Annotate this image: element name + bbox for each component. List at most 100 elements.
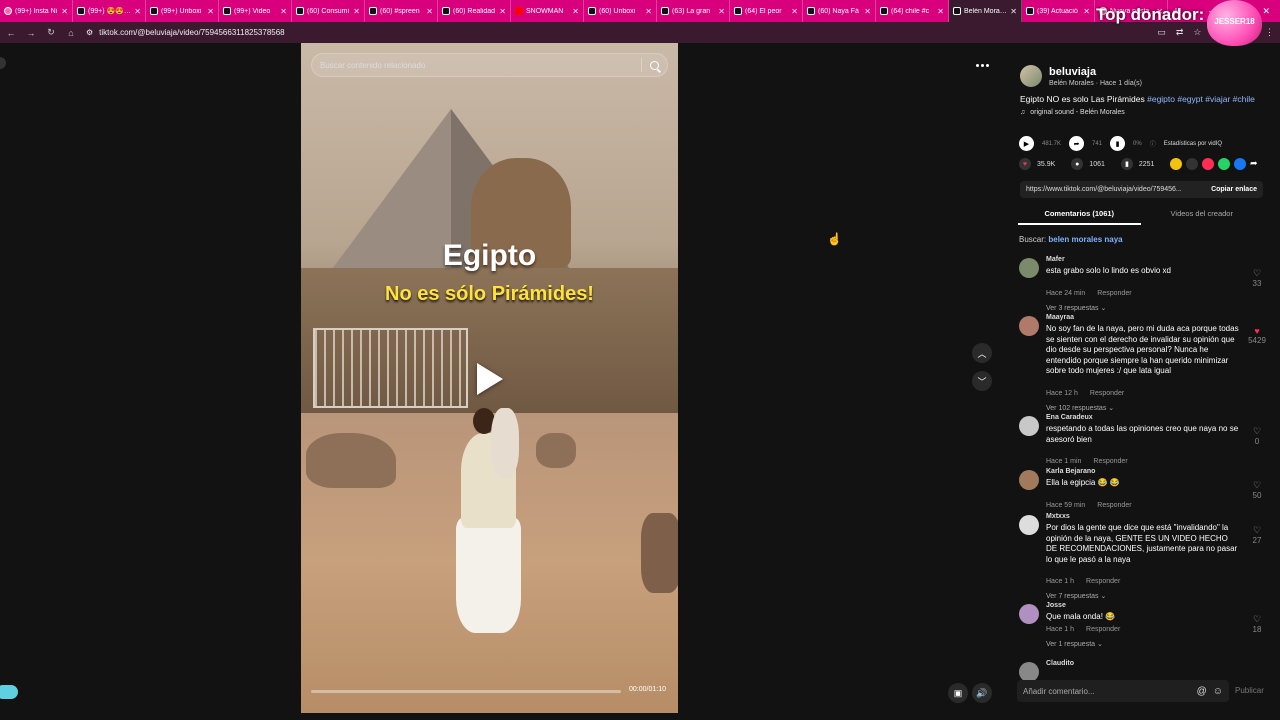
whatsapp-icon[interactable]: [1218, 158, 1230, 170]
commenter-name[interactable]: Mafer: [1046, 256, 1065, 263]
sound-name[interactable]: original sound - Belén Morales: [1030, 109, 1125, 116]
commenter-avatar[interactable]: [1019, 604, 1039, 624]
close-tab-icon[interactable]: ✕: [1010, 7, 1017, 16]
volume-button[interactable]: 🔊: [972, 683, 992, 703]
browser-tab[interactable]: (60) Realidad ✕: [438, 0, 511, 22]
floating-player-button[interactable]: ▣: [948, 683, 968, 703]
progress-bar[interactable]: [311, 690, 621, 693]
reply-button[interactable]: Responder: [1086, 626, 1120, 633]
forward-icon[interactable]: →: [26, 28, 36, 38]
embed-icon[interactable]: [1186, 158, 1198, 170]
view-replies-button[interactable]: Ver 7 respuestas ⌄: [1046, 592, 1106, 600]
more-options-button[interactable]: [970, 56, 994, 74]
toggle-pill[interactable]: [0, 685, 18, 699]
browser-tab[interactable]: (39) Actuació ✕: [1022, 0, 1095, 22]
url-field[interactable]: ⚙ tiktok.com/@beluviaja/video/7594566311…: [86, 28, 285, 37]
author-avatar[interactable]: [1020, 65, 1042, 87]
publish-button[interactable]: Publicar: [1235, 686, 1264, 695]
heart-icon[interactable]: ♡: [1242, 525, 1272, 536]
search-suggestion[interactable]: Buscar: belen morales naya: [1019, 235, 1123, 244]
close-tab-icon[interactable]: ✕: [791, 7, 798, 16]
close-tab-icon[interactable]: ✕: [718, 7, 725, 16]
close-tab-icon[interactable]: ✕: [1083, 7, 1090, 16]
author-row[interactable]: beluviaja Belén Morales · Hace 1 día(s): [1020, 65, 1142, 87]
close-tab-icon[interactable]: ✕: [207, 7, 214, 16]
commenter-avatar[interactable]: [1019, 515, 1039, 535]
comment-like[interactable]: ♡ 27: [1242, 525, 1272, 545]
reply-button[interactable]: Responder: [1090, 390, 1124, 397]
video-link[interactable]: https://www.tiktok.com/@beluviaja/video/…: [1026, 186, 1182, 193]
facebook-icon[interactable]: [1234, 158, 1246, 170]
browser-tab[interactable]: (63) La gran ✕: [657, 0, 730, 22]
close-dot[interactable]: [0, 57, 6, 69]
back-icon[interactable]: ←: [6, 28, 16, 38]
comment-icon[interactable]: ●: [1071, 158, 1084, 170]
emoji-icon[interactable]: ☺: [1213, 686, 1223, 697]
search-suggestion-query[interactable]: belen morales naya: [1048, 235, 1122, 244]
menu-kebab-icon[interactable]: ⋮: [1265, 27, 1274, 38]
commenter-name[interactable]: Claudito: [1046, 660, 1074, 667]
close-tab-icon[interactable]: ✕: [499, 7, 506, 16]
bookmark-star-icon[interactable]: ☆: [1193, 27, 1201, 38]
browser-tab[interactable]: (99+) Unboxi ✕: [146, 0, 219, 22]
close-window-icon[interactable]: ✕: [1262, 6, 1270, 17]
share-arrow-icon[interactable]: ➦: [1250, 158, 1262, 170]
like-icon[interactable]: ♥: [1019, 158, 1031, 170]
tab-comments[interactable]: Comentarios (1061): [1018, 207, 1141, 225]
close-tab-icon[interactable]: ✕: [280, 7, 287, 16]
reply-button[interactable]: Responder: [1086, 578, 1120, 585]
vidiq-label[interactable]: Estadísticas por vidIQ: [1164, 141, 1222, 147]
commenter-name[interactable]: Mxtxxs: [1046, 513, 1070, 520]
browser-tab[interactable]: (99+) Video ✕: [219, 0, 292, 22]
search-icon[interactable]: [650, 60, 659, 70]
related-search-input[interactable]: Buscar contenido relacionado: [311, 53, 668, 77]
previous-video-button[interactable]: ︿: [972, 343, 992, 363]
browser-tab[interactable]: Belén Morales ✕: [949, 0, 1022, 22]
close-tab-icon[interactable]: ✕: [353, 7, 360, 16]
commenter-avatar[interactable]: [1019, 416, 1039, 436]
next-video-button[interactable]: ﹀: [972, 371, 992, 391]
close-tab-icon[interactable]: ✕: [572, 7, 579, 16]
tab-creator-videos[interactable]: Videos del creador: [1141, 207, 1264, 225]
play-icon[interactable]: [477, 363, 503, 395]
browser-tab[interactable]: (64) chile #c ✕: [876, 0, 949, 22]
site-info-icon[interactable]: ⚙: [86, 28, 93, 37]
close-tab-icon[interactable]: ✕: [61, 7, 68, 16]
copy-link-button[interactable]: Copiar enlace: [1211, 186, 1263, 193]
heart-icon[interactable]: ♡: [1242, 480, 1272, 491]
reload-icon[interactable]: ↻: [46, 27, 56, 38]
view-replies-button[interactable]: Ver 1 respuesta ⌄: [1046, 640, 1103, 648]
heart-icon[interactable]: ♡: [1242, 268, 1272, 279]
commenter-avatar[interactable]: [1019, 662, 1039, 682]
browser-tab[interactable]: (60) Naya Fá ✕: [803, 0, 876, 22]
friends-share-icon[interactable]: [1202, 158, 1214, 170]
video-player[interactable]: Buscar contenido relacionado Egipto No e…: [301, 43, 678, 713]
info-icon[interactable]: ⓘ: [1150, 139, 1156, 148]
home-icon[interactable]: ⌂: [66, 28, 76, 38]
emoji-share-icon[interactable]: [1170, 158, 1182, 170]
browser-tab[interactable]: (60) Consumi ✕: [292, 0, 365, 22]
browser-tab[interactable]: SNOWMAN ✕: [511, 0, 584, 22]
reply-button[interactable]: Responder: [1097, 502, 1131, 509]
translate-icon[interactable]: ⇄: [1176, 27, 1184, 38]
reply-button[interactable]: Responder: [1093, 458, 1127, 465]
heart-icon[interactable]: ♡: [1242, 614, 1272, 625]
heart-icon[interactable]: ♡: [1242, 426, 1272, 437]
commenter-name[interactable]: Ena Caradeux: [1046, 414, 1093, 421]
bookmark-icon[interactable]: ▮: [1120, 158, 1133, 170]
browser-tab[interactable]: (64) El peor ✕: [730, 0, 803, 22]
view-replies-button[interactable]: Ver 102 respuestas ⌄: [1046, 404, 1114, 412]
author-username[interactable]: beluviaja: [1049, 66, 1142, 78]
close-tab-icon[interactable]: ✕: [645, 7, 652, 16]
commenter-name[interactable]: Josse: [1046, 602, 1066, 609]
cast-icon[interactable]: ▭: [1157, 27, 1166, 38]
close-tab-icon[interactable]: ✕: [134, 7, 141, 16]
commenter-name[interactable]: Karla Bejarano: [1046, 468, 1095, 475]
comment-like[interactable]: ♡ 18: [1242, 614, 1272, 634]
browser-tab[interactable]: (60) #spreen ✕: [365, 0, 438, 22]
browser-tab[interactable]: (60) Unboxi ✕: [584, 0, 657, 22]
commenter-avatar[interactable]: [1019, 316, 1039, 336]
hashtags[interactable]: #egipto #egypt #viajar #chile: [1147, 94, 1255, 104]
commenter-name[interactable]: Maayraa: [1046, 314, 1074, 321]
browser-tab[interactable]: (99+) Insta Ni ✕: [0, 0, 73, 22]
